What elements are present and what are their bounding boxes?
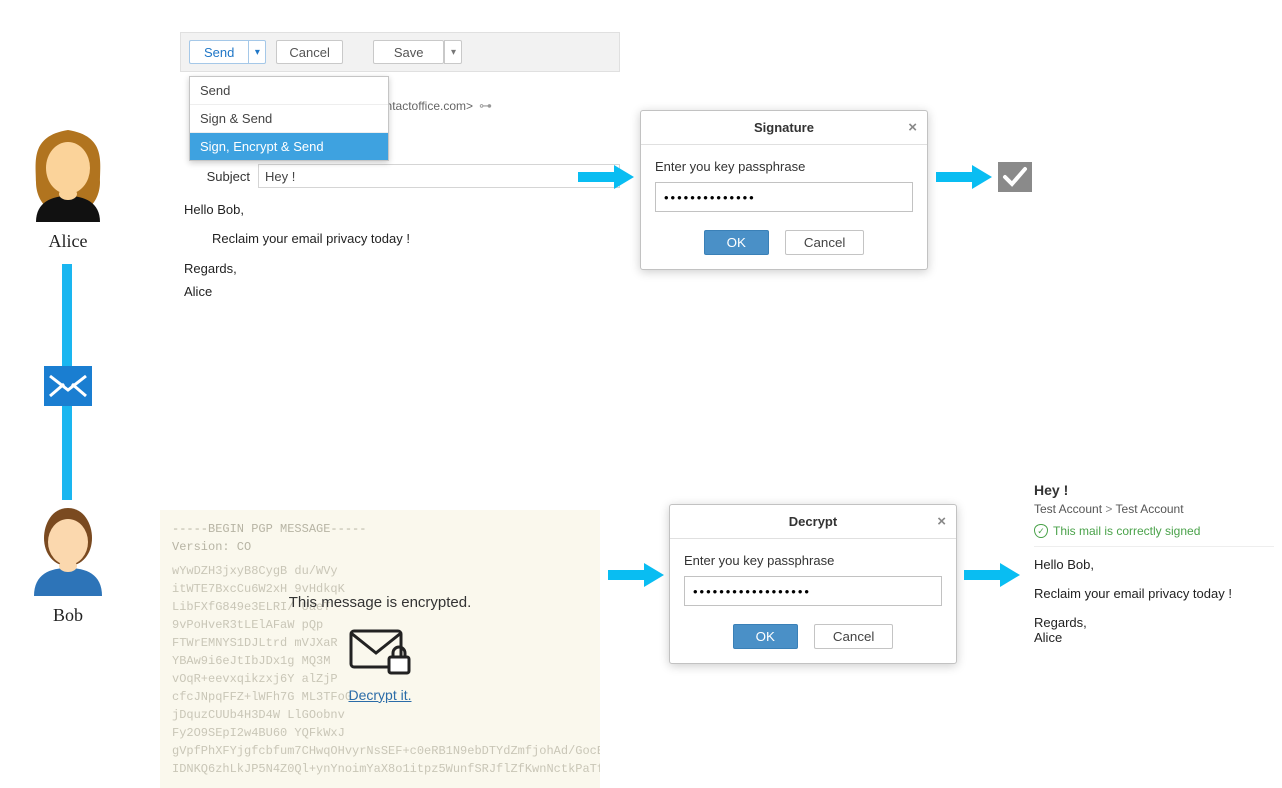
success-check-icon [998, 162, 1032, 192]
subject-label: Subject [180, 169, 250, 184]
decrypted-message: Hey ! Test Account > Test Account ✓ This… [1034, 482, 1274, 659]
send-dropdown: Send Sign & Send Sign, Encrypt & Send [189, 76, 389, 161]
body-signoff1: Regards, [184, 257, 620, 280]
subject-input[interactable]: Hey ! [265, 169, 295, 184]
send-button[interactable]: Send [189, 40, 248, 64]
send-dropdown-toggle[interactable]: ▾ [248, 40, 266, 64]
dropdown-item-sign-encrypt-send[interactable]: Sign, Encrypt & Send [190, 133, 388, 160]
cancel-dialog-button[interactable]: Cancel [785, 230, 865, 255]
avatar-alice: Alice [18, 124, 118, 252]
msg-signoff1: Regards, [1034, 615, 1274, 630]
dialog-title-bar: Decrypt × [670, 505, 956, 539]
avatar-bob: Bob [18, 498, 118, 626]
decrypt-link[interactable]: Decrypt it. [348, 685, 411, 706]
close-icon[interactable]: × [908, 119, 917, 136]
cancel-button[interactable]: Cancel [276, 40, 342, 64]
shield-check-icon: ✓ [1034, 524, 1048, 538]
decrypt-dialog: Decrypt × Enter you key passphrase OK Ca… [669, 504, 957, 664]
arrow-icon [934, 162, 994, 192]
compose-toolbar: Send ▾ Send Sign & Send Sign, Encrypt & … [180, 32, 620, 72]
dialog-title-bar: Signature × [641, 111, 927, 145]
arrow-icon [576, 162, 636, 192]
dialog-title: Decrypt [789, 514, 837, 529]
avatar-bob-icon [22, 498, 114, 598]
avatar-bob-label: Bob [18, 605, 118, 626]
envelope-lock-icon [345, 623, 415, 679]
flow-pipe-bottom [62, 406, 72, 500]
subject-row: Subject Hey ! [180, 160, 620, 192]
arrow-icon [962, 560, 1022, 590]
ok-button[interactable]: OK [704, 230, 769, 255]
body-signoff2: Alice [184, 280, 620, 303]
flow-pipe-top [62, 264, 72, 366]
app-logo [44, 366, 92, 406]
compose-window: Send ▾ Send Sign & Send Sign, Encrypt & … [180, 32, 620, 304]
dialog-title: Signature [754, 120, 814, 135]
body-greeting: Hello Bob, [184, 198, 620, 221]
encrypted-title: This message is encrypted. [289, 592, 472, 615]
encrypt-toggle-icon[interactable]: ⊶ [479, 98, 492, 114]
dropdown-item-sign-send[interactable]: Sign & Send [190, 105, 388, 133]
signed-badge: ✓ This mail is correctly signed [1034, 524, 1274, 547]
close-icon[interactable]: × [937, 513, 946, 530]
msg-greeting: Hello Bob, [1034, 557, 1274, 572]
dropdown-item-send[interactable]: Send [190, 77, 388, 105]
avatar-alice-label: Alice [18, 231, 118, 252]
ok-button[interactable]: OK [733, 624, 798, 649]
msg-signoff2: Alice [1034, 630, 1274, 645]
cancel-dialog-button[interactable]: Cancel [814, 624, 894, 649]
save-button[interactable]: Save [373, 40, 445, 64]
passphrase-input[interactable] [684, 576, 942, 606]
passphrase-label: Enter you key passphrase [684, 553, 942, 568]
passphrase-input[interactable] [655, 182, 913, 212]
message-from: Test Account > Test Account [1034, 502, 1274, 516]
arrow-icon [606, 560, 666, 590]
passphrase-label: Enter you key passphrase [655, 159, 913, 174]
compose-body[interactable]: Hello Bob, Reclaim your email privacy to… [180, 192, 620, 304]
avatar-alice-icon [22, 124, 114, 224]
signature-dialog: Signature × Enter you key passphrase OK … [640, 110, 928, 270]
save-dropdown-toggle[interactable]: ▾ [444, 40, 462, 64]
encrypted-message-panel: -----BEGIN PGP MESSAGE----- Version: CO … [160, 510, 600, 788]
message-subject: Hey ! [1034, 482, 1274, 498]
body-line1: Reclaim your email privacy today ! [184, 227, 620, 250]
msg-line1: Reclaim your email privacy today ! [1034, 586, 1274, 601]
